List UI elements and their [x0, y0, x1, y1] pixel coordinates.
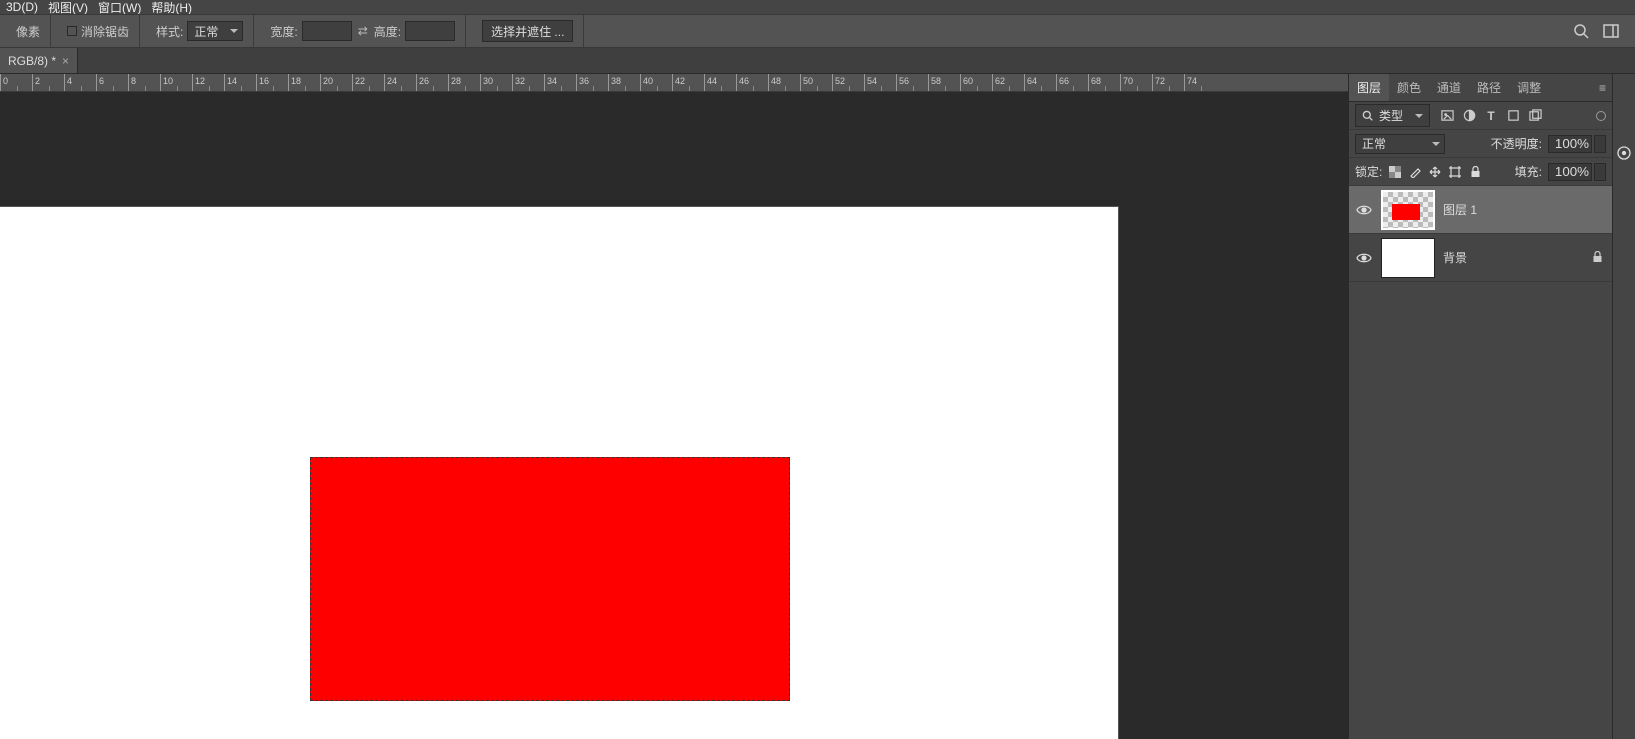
- blend-mode-row: 正常 不透明度:: [1349, 130, 1612, 158]
- visibility-toggle-icon[interactable]: [1355, 201, 1373, 219]
- lock-position-icon[interactable]: [1428, 165, 1442, 179]
- properties-icon[interactable]: [1615, 144, 1633, 162]
- blend-mode-select[interactable]: 正常: [1355, 134, 1445, 154]
- layer-filter-icons: T: [1440, 109, 1542, 123]
- filter-shape-icon[interactable]: [1506, 109, 1520, 123]
- layer-thumbnail[interactable]: [1381, 190, 1435, 230]
- document-tab-label: RGB/8) *: [8, 54, 56, 68]
- layer-name-label[interactable]: 背景: [1443, 249, 1584, 266]
- close-tab-icon[interactable]: ×: [62, 54, 69, 68]
- layer-row[interactable]: 背景: [1349, 234, 1612, 282]
- search-icon[interactable]: [1571, 21, 1591, 41]
- lock-artboard-icon[interactable]: [1448, 165, 1462, 179]
- options-bar: 像素 消除锯齿 样式: 正常 宽度: ⇄ 高度: 选择并遮住 ...: [0, 14, 1635, 48]
- filter-text-icon[interactable]: T: [1484, 109, 1498, 123]
- opacity-input[interactable]: [1548, 135, 1592, 153]
- tab-colors[interactable]: 颜色: [1389, 74, 1429, 101]
- lock-label: 锁定:: [1355, 163, 1382, 180]
- tab-layers[interactable]: 图层: [1349, 74, 1389, 101]
- fill-label: 填充:: [1515, 163, 1542, 180]
- height-label: 高度:: [374, 23, 401, 40]
- lock-transparency-icon[interactable]: [1388, 165, 1402, 179]
- unit-label: 像素: [16, 23, 40, 40]
- canvas-background: [0, 92, 1348, 739]
- main-area: 0246810121416182022242628303234363840424…: [0, 74, 1635, 739]
- fill-dropdown-icon[interactable]: [1594, 163, 1606, 181]
- lock-row: 锁定: 填充:: [1349, 158, 1612, 186]
- menu-item[interactable]: 3D(D): [6, 0, 38, 14]
- layer-thumbnail[interactable]: [1381, 238, 1435, 278]
- layer-filter-label: 类型: [1379, 107, 1403, 124]
- filter-smartobject-icon[interactable]: [1528, 109, 1542, 123]
- horizontal-ruler[interactable]: 0246810121416182022242628303234363840424…: [0, 74, 1348, 92]
- layers-list: 图层 1 背景: [1349, 186, 1612, 739]
- canvas-area[interactable]: 0246810121416182022242628303234363840424…: [0, 74, 1348, 739]
- tab-channels[interactable]: 通道: [1429, 74, 1469, 101]
- panel-menu-icon[interactable]: ≡: [1593, 81, 1612, 95]
- select-and-mask-button[interactable]: 选择并遮住 ...: [482, 20, 573, 42]
- width-input[interactable]: [302, 21, 352, 41]
- filter-adjustment-icon[interactable]: [1462, 109, 1476, 123]
- filter-toggle-switch[interactable]: [1596, 111, 1606, 121]
- lock-pixels-icon[interactable]: [1408, 165, 1422, 179]
- style-label: 样式:: [156, 23, 183, 40]
- document-tab[interactable]: RGB/8) * ×: [0, 48, 78, 73]
- fill-input[interactable]: [1548, 163, 1592, 181]
- height-input[interactable]: [405, 21, 455, 41]
- red-rectangular-selection[interactable]: [310, 457, 790, 701]
- collapsed-panel-strip[interactable]: [1612, 74, 1635, 739]
- layer-filter-row: 类型 T: [1349, 102, 1612, 130]
- tab-paths[interactable]: 路径: [1469, 74, 1509, 101]
- layer-locked-icon: [1592, 251, 1606, 265]
- style-select[interactable]: 正常: [187, 21, 243, 41]
- lock-all-icon[interactable]: [1468, 165, 1482, 179]
- workspace-switcher-icon[interactable]: [1601, 21, 1621, 41]
- layer-name-label[interactable]: 图层 1: [1443, 201, 1606, 218]
- swap-dimensions-icon[interactable]: ⇄: [356, 24, 370, 38]
- antialias-label: 消除锯齿: [81, 23, 129, 40]
- opacity-label: 不透明度:: [1491, 135, 1542, 152]
- layer-row[interactable]: 图层 1: [1349, 186, 1612, 234]
- layers-panel: 图层 颜色 通道 路径 调整 ≡ 类型 T: [1348, 74, 1612, 739]
- filter-pixel-icon[interactable]: [1440, 109, 1454, 123]
- document-tab-bar: RGB/8) * ×: [0, 48, 1635, 74]
- layer-filter-type-select[interactable]: 类型: [1355, 104, 1430, 127]
- tab-adjustments[interactable]: 调整: [1509, 74, 1549, 101]
- opacity-dropdown-icon[interactable]: [1594, 135, 1606, 153]
- panel-tabs: 图层 颜色 通道 路径 调整 ≡: [1349, 74, 1612, 102]
- width-label: 宽度:: [270, 23, 297, 40]
- main-menu-bar: 3D(D) 视图(V) 窗口(W) 帮助(H): [0, 0, 1635, 14]
- antialias-checkbox[interactable]: [67, 26, 77, 36]
- visibility-toggle-icon[interactable]: [1355, 249, 1373, 267]
